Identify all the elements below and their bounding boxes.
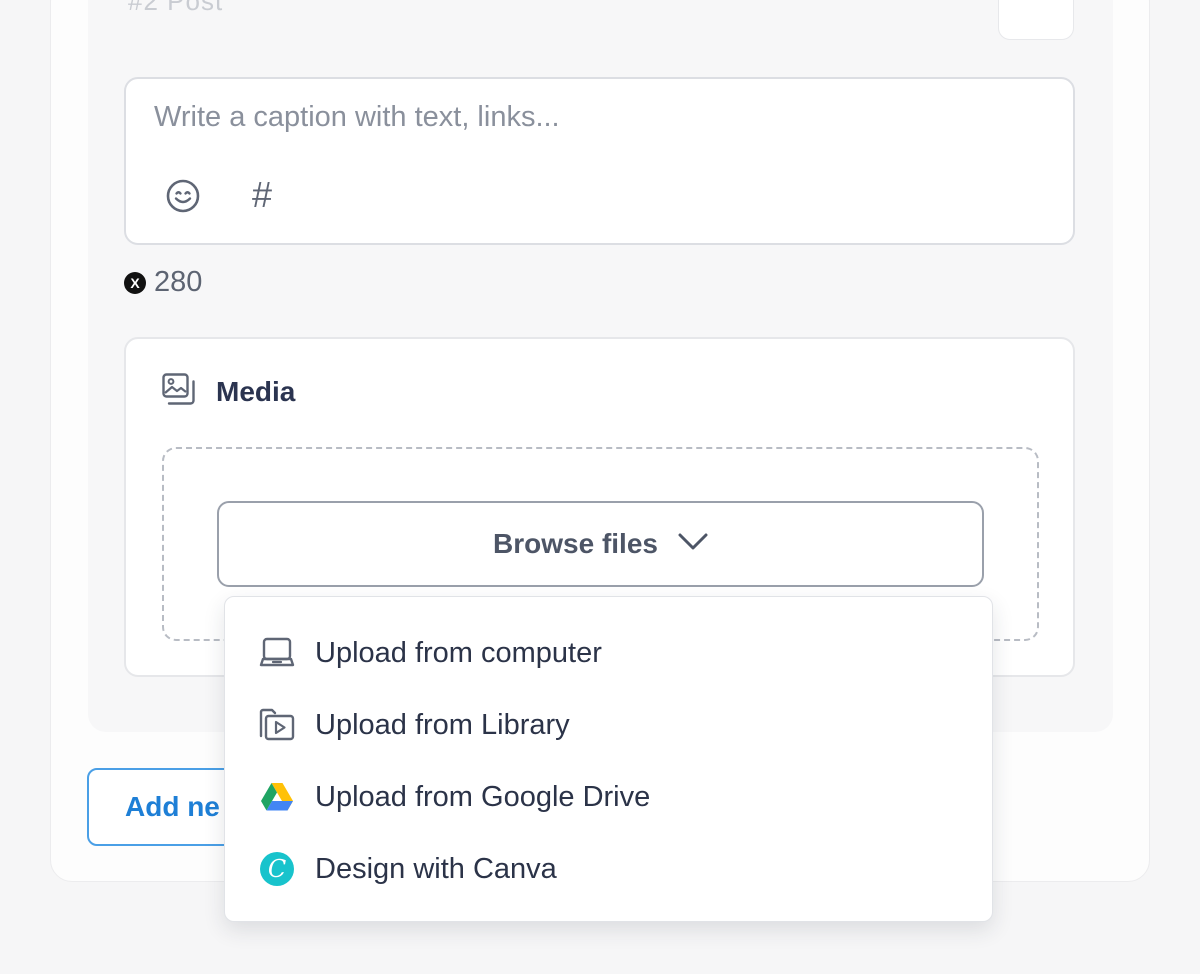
media-library-icon: [259, 707, 295, 743]
menu-item-label: Upload from Library: [315, 708, 570, 741]
upload-source-menu: Upload from computer Upload from Library…: [224, 596, 993, 922]
browse-files-button[interactable]: Browse files: [217, 501, 984, 587]
x-logo-icon: X: [124, 271, 146, 294]
menu-item-label: Upload from Google Drive: [315, 780, 651, 813]
caption-placeholder: Write a caption with text, links...: [154, 101, 560, 133]
emoji-smile-icon[interactable]: [164, 177, 202, 215]
caption-editor[interactable]: Write a caption with text, links... #: [124, 77, 1075, 245]
menu-item-design-canva[interactable]: C Design with Canva: [225, 833, 992, 905]
google-drive-icon: [259, 779, 295, 815]
menu-item-label: Upload from computer: [315, 636, 602, 669]
chevron-down-icon: [678, 532, 708, 557]
canva-icon: C: [259, 851, 295, 887]
character-counter: X 280: [124, 266, 202, 299]
images-icon: [162, 373, 196, 410]
add-new-post-label: Add ne: [125, 791, 220, 822]
remaining-characters: 280: [154, 266, 203, 298]
post-options-button[interactable]: [998, 0, 1074, 40]
post-title: #2 Post: [128, 0, 224, 16]
menu-item-upload-google-drive[interactable]: Upload from Google Drive: [225, 761, 992, 833]
menu-item-upload-library[interactable]: Upload from Library: [225, 689, 992, 761]
menu-item-label: Design with Canva: [315, 852, 557, 885]
media-title: Media: [216, 375, 296, 407]
browse-files-label: Browse files: [493, 528, 658, 559]
media-header: Media: [162, 373, 295, 410]
laptop-icon: [259, 635, 295, 671]
canva-logo: C: [260, 852, 294, 886]
menu-item-upload-computer[interactable]: Upload from computer: [225, 617, 992, 689]
hashtag-icon[interactable]: #: [240, 174, 284, 215]
